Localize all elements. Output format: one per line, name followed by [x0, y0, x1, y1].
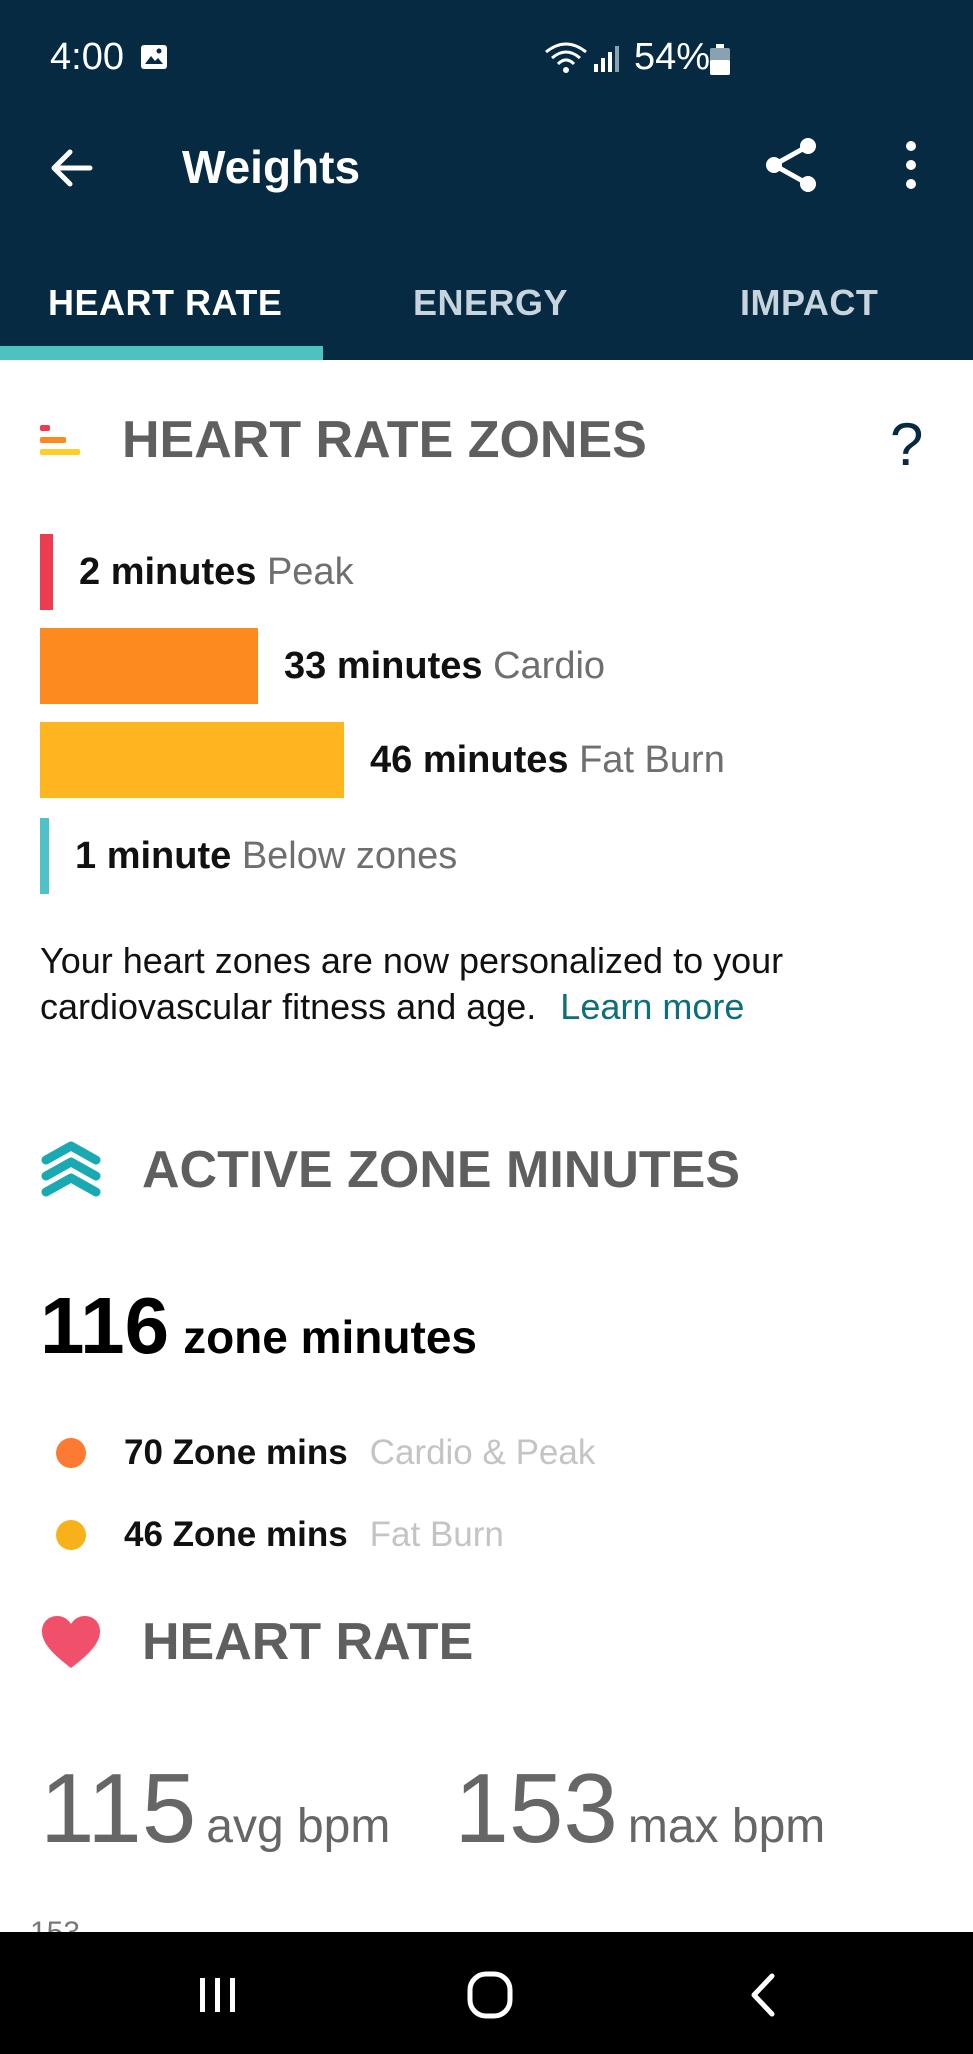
- wifi-icon: [545, 42, 587, 73]
- azm-row-cardio-peak: 70 Zone mins Cardio & Peak: [56, 1433, 595, 1473]
- zone-duration: 33 minutes: [284, 644, 483, 687]
- zone-row: 46 minutes Fat Burn: [40, 722, 725, 798]
- azm-total: 116 zone minutes: [40, 1280, 477, 1372]
- max-bpm-unit: max bpm: [627, 1800, 826, 1853]
- heart-rate-header: HEART RATE: [40, 1612, 473, 1672]
- zone-bar: [40, 534, 53, 610]
- tab-impact[interactable]: IMPACT: [740, 282, 878, 324]
- app-bar: Weights: [0, 96, 973, 238]
- back-nav-icon[interactable]: [734, 1970, 794, 2020]
- more-options-icon[interactable]: [898, 140, 924, 190]
- gallery-notification-icon: [141, 45, 167, 69]
- page-title: Weights: [182, 141, 361, 193]
- home-icon[interactable]: [460, 1970, 520, 2020]
- zone-text: 1 minute Below zones: [75, 835, 457, 878]
- tab-bar: HEART RATE ENERGY IMPACT: [0, 238, 973, 360]
- zone-text: 33 minutes Cardio: [284, 645, 605, 688]
- learn-more-link[interactable]: Learn more: [560, 986, 744, 1027]
- tab-heart-rate[interactable]: HEART RATE: [48, 282, 282, 324]
- fat-burn-dot: [56, 1520, 86, 1550]
- help-icon[interactable]: ?: [890, 410, 923, 479]
- azm-value: 70 Zone mins: [124, 1433, 348, 1472]
- zone-text: 2 minutes Peak: [79, 551, 354, 594]
- zone-label: Cardio: [493, 644, 606, 687]
- zones-note: Your heart zones are now personalized to…: [40, 938, 920, 1030]
- zone-duration: 2 minutes: [79, 550, 257, 593]
- zone-bar: [40, 818, 49, 894]
- avg-bpm-unit: avg bpm: [206, 1800, 391, 1853]
- azm-total-unit: zone minutes: [183, 1311, 477, 1363]
- tab-energy[interactable]: ENERGY: [413, 282, 568, 324]
- cardio-peak-dot: [56, 1438, 86, 1468]
- battery-icon: [710, 44, 730, 75]
- status-time: 4:00: [50, 36, 124, 78]
- azm-label: Fat Burn: [369, 1515, 504, 1554]
- zone-bar: [40, 628, 258, 704]
- battery-percent: 54%: [634, 36, 711, 78]
- zone-text: 46 minutes Fat Burn: [370, 739, 725, 782]
- zone-label: Peak: [266, 550, 354, 593]
- azm-total-value: 116: [40, 1281, 170, 1370]
- active-zone-minutes-header: ACTIVE ZONE MINUTES: [40, 1138, 740, 1202]
- zone-bar: [40, 722, 344, 798]
- zone-row: 1 minute Below zones: [40, 818, 457, 894]
- zone-label: Below zones: [241, 834, 458, 877]
- azm-label: Cardio & Peak: [369, 1433, 596, 1472]
- zone-row: 2 minutes Peak: [40, 534, 354, 610]
- max-bpm-value: 153: [454, 1753, 618, 1863]
- zone-duration: 46 minutes: [370, 738, 569, 781]
- azm-row-fat-burn: 46 Zone mins Fat Burn: [56, 1515, 504, 1555]
- active-tab-indicator: [0, 346, 323, 360]
- system-nav-bar: [0, 1932, 973, 2054]
- azm-value: 46 Zone mins: [124, 1515, 348, 1554]
- zone-duration: 1 minute: [75, 834, 232, 877]
- zones-bars-icon: [40, 425, 80, 455]
- active-zone-chevrons-icon: [41, 1141, 101, 1197]
- signal-icon: [594, 46, 619, 72]
- recent-apps-icon[interactable]: [188, 1970, 248, 2020]
- zone-row: 33 minutes Cardio: [40, 628, 605, 704]
- avg-bpm-value: 115: [40, 1753, 197, 1863]
- heart-rate-stats: 115 avg bpm 153 max bpm: [40, 1752, 825, 1865]
- back-arrow-icon[interactable]: [50, 148, 94, 188]
- heart-icon: [42, 1616, 100, 1668]
- heart-rate-zones-header: HEART RATE ZONES: [40, 410, 647, 470]
- section-title-heart-rate: HEART RATE: [142, 1613, 474, 1671]
- share-icon[interactable]: [762, 136, 820, 194]
- section-title-zones: HEART RATE ZONES: [122, 411, 647, 469]
- section-title-azm: ACTIVE ZONE MINUTES: [142, 1141, 741, 1199]
- zone-label: Fat Burn: [579, 738, 725, 781]
